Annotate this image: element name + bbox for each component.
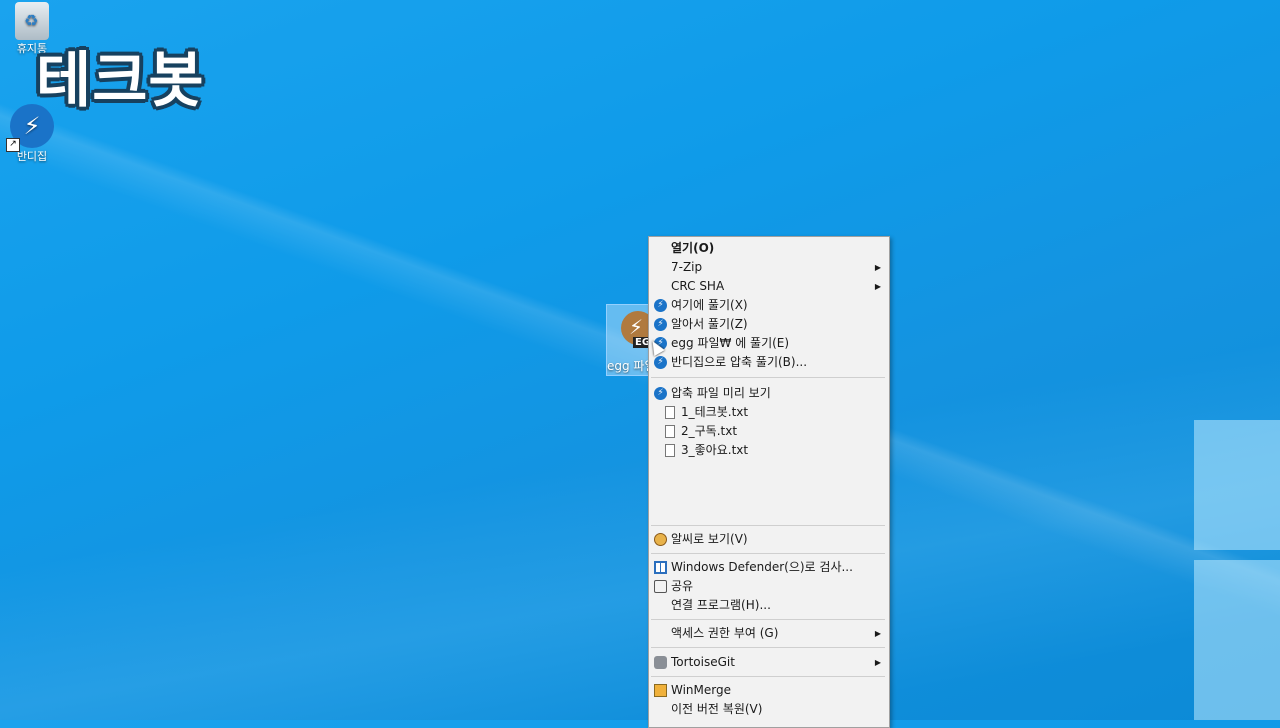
bandizip-icon: ⚡ [654, 299, 667, 312]
submenu-arrow-icon: ▶ [874, 263, 881, 272]
menu-item-extract-to-folder[interactable]: ⚡ egg 파일₩ 에 풀기(E) [649, 334, 889, 353]
menu-item-extract-here[interactable]: ⚡ 여기에 풀기(X) [649, 296, 889, 315]
menu-separator [651, 676, 885, 677]
menu-item-label: 압축 파일 미리 보기 [671, 386, 771, 400]
menu-item-preview-file-2[interactable]: 2_구독.txt [649, 422, 889, 441]
menu-item-label: 반디집으로 압축 풀기(B)... [671, 355, 808, 369]
bandizip-icon: ⚡ [654, 318, 667, 331]
menu-separator [651, 553, 885, 554]
menu-separator [651, 619, 885, 620]
menu-item-winmerge[interactable]: WinMerge [649, 681, 889, 700]
shortcut-arrow-icon: ↗ [6, 138, 20, 152]
menu-item-label: 공유 [671, 579, 694, 593]
wallpaper-window-pane-top [1194, 420, 1280, 550]
context-menu: 열기(O) 7-Zip ▶ CRC SHA ▶ ⚡ 여기에 풀기(X) ⚡ 알아서 풀기… [648, 236, 890, 728]
menu-item-restore-previous-versions[interactable]: 이전 버전 복원(V) [649, 700, 889, 719]
text-file-icon [665, 406, 675, 419]
bandizip-icon: ⚡ [654, 356, 667, 369]
menu-item-label: 7-Zip [671, 260, 703, 274]
menu-item-label: 여기에 풀기(X) [671, 298, 748, 312]
menu-separator [651, 647, 885, 648]
menu-item-defender-scan[interactable]: Windows Defender(으)로 검사... [649, 558, 889, 577]
watermark-text: 테크봇 [36, 46, 205, 116]
menu-item-label: 연결 프로그램(H)... [671, 598, 771, 612]
menu-item-label: 알씨로 보기(V) [671, 532, 748, 546]
menu-item-open-with[interactable]: 연결 프로그램(H)... [649, 596, 889, 615]
menu-item-label: Windows Defender(으)로 검사... [671, 560, 853, 574]
menu-separator [651, 377, 885, 378]
menu-item-label: 1_테크봇.txt [681, 405, 749, 419]
menu-item-label: 액세스 권한 부여 (G) [671, 626, 779, 640]
menu-item-label: 알아서 풀기(Z) [671, 317, 748, 331]
menu-item-extract-with-bandizip[interactable]: ⚡ 반디집으로 압축 풀기(B)... [649, 353, 889, 372]
submenu-arrow-icon: ▶ [874, 658, 881, 667]
text-file-icon [665, 444, 675, 457]
share-icon [654, 580, 667, 593]
submenu-arrow-icon: ▶ [874, 282, 881, 291]
menu-item-label: CRC SHA [671, 279, 725, 293]
menu-item-label: 이전 버전 복원(V) [671, 702, 763, 716]
menu-item-share[interactable]: 공유 [649, 577, 889, 596]
menu-item-smart-extract[interactable]: ⚡ 알아서 풀기(Z) [649, 315, 889, 334]
menu-item-label: egg 파일₩ 에 풀기(E) [671, 336, 790, 350]
menu-item-label: TortoiseGit [671, 655, 735, 669]
menu-item-7zip[interactable]: 7-Zip ▶ [649, 258, 889, 277]
menu-item-view-with-alsee[interactable]: 알씨로 보기(V) [649, 530, 889, 549]
tortoisegit-icon [654, 656, 667, 669]
menu-item-label: 2_구독.txt [681, 424, 738, 438]
wallpaper-window-pane-bottom [1194, 560, 1280, 720]
menu-item-label: 3_좋아요.txt [681, 443, 749, 457]
text-file-icon [665, 425, 675, 438]
menu-item-preview-file-1[interactable]: 1_테크봇.txt [649, 403, 889, 422]
menu-item-preview-file-3[interactable]: 3_좋아요.txt [649, 441, 889, 460]
windows-defender-icon [654, 561, 667, 574]
bandizip-icon: ⚡ [654, 387, 667, 400]
menu-item-open[interactable]: 열기(O) [649, 239, 889, 258]
winmerge-icon [654, 684, 667, 697]
menu-item-give-access[interactable]: 액세스 권한 부여 (G) ▶ [649, 624, 889, 643]
menu-separator [651, 525, 885, 526]
menu-item-archive-preview[interactable]: ⚡ 압축 파일 미리 보기 [649, 384, 889, 403]
submenu-arrow-icon: ▶ [874, 629, 881, 638]
alsee-icon [654, 533, 667, 546]
menu-item-label: WinMerge [671, 683, 731, 697]
menu-item-tortoisegit[interactable]: TortoiseGit ▶ [649, 653, 889, 672]
menu-item-crc-sha[interactable]: CRC SHA ▶ [649, 277, 889, 296]
menu-item-label: 열기(O) [671, 241, 715, 255]
